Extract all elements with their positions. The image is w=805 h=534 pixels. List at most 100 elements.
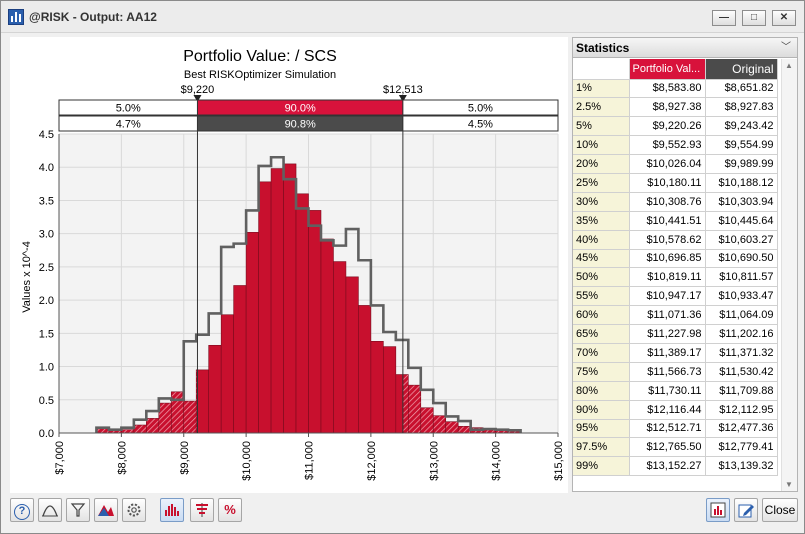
right-delimiter-value: $12,513 [383, 84, 423, 96]
original-value: $8,651.82 [705, 79, 778, 99]
help-icon[interactable]: ? [10, 498, 34, 522]
y-tick-label: 4.5 [39, 129, 54, 141]
statistics-row: 30% $10,308.76 $10,303.94 [573, 192, 778, 212]
y-tick-label: 1.5 [39, 328, 54, 340]
histogram-bar [395, 374, 404, 434]
window-title: @RISK - Output: AA12 [29, 10, 157, 24]
x-tick-label: $7,000 [54, 441, 66, 475]
original-value: $11,202.16 [705, 324, 778, 344]
bottom-band-percent: 90.8% [285, 119, 316, 131]
percentile-label: 65% [573, 324, 630, 344]
original-value: $9,989.99 [705, 154, 778, 174]
fit-distribution-icon[interactable] [38, 498, 62, 522]
original-value: $11,709.88 [705, 381, 778, 401]
percentile-label: 35% [573, 211, 630, 231]
percentile-label: 2.5% [573, 97, 630, 118]
histogram-view-icon[interactable] [160, 498, 184, 522]
y-tick-label: 4.0 [39, 162, 54, 174]
top-band-percent: 90.0% [285, 103, 316, 115]
histogram-bar [320, 238, 334, 434]
portfolio-value: $9,552.93 [629, 135, 706, 156]
percentile-label: 5% [573, 116, 630, 137]
close-window-button[interactable]: ✕ [772, 10, 796, 26]
column-header-portfolio[interactable]: Portfolio Val... [629, 59, 706, 80]
histogram-bar [258, 181, 272, 434]
edit-icon[interactable] [734, 498, 758, 522]
original-value: $10,188.12 [705, 173, 778, 193]
statistics-row: 95% $12,512.71 $12,477.36 [573, 419, 778, 439]
statistics-row: 40% $10,578.62 $10,603.27 [573, 230, 778, 250]
chart-title: Portfolio Value: / SCS [183, 48, 337, 65]
y-tick-label: 0.0 [39, 428, 54, 440]
histogram-bar [270, 168, 284, 434]
percentile-label: 75% [573, 362, 630, 382]
histogram-bar [308, 210, 322, 434]
statistics-corner-cell [573, 59, 630, 80]
percentile-label: 1% [573, 79, 630, 99]
portfolio-value: $11,566.73 [629, 362, 706, 382]
percentile-label: 95% [573, 419, 630, 439]
statistics-row: 55% $10,947.17 $10,933.47 [573, 286, 778, 307]
column-header-original[interactable]: Original [705, 59, 778, 80]
statistics-row: 35% $10,441.51 $10,445.64 [573, 211, 778, 231]
histogram-bar [358, 305, 372, 434]
maximize-button[interactable]: □ [742, 10, 766, 26]
original-value: $12,477.36 [705, 419, 778, 439]
original-value: $10,303.94 [705, 192, 778, 212]
portfolio-value: $8,583.80 [629, 79, 706, 99]
original-value: $11,064.09 [705, 305, 778, 326]
histogram-bar [402, 374, 409, 434]
graph-type-icon[interactable] [94, 498, 118, 522]
scroll-down-icon[interactable]: ▼ [785, 480, 793, 489]
x-tick-label: $13,000 [428, 441, 440, 481]
statistics-scrollbar[interactable]: ▲ ▼ [781, 59, 797, 491]
y-tick-label: 3.0 [39, 229, 54, 241]
statistics-row: 99% $13,152.27 $13,139.32 [573, 456, 778, 477]
statistics-row: 45% $10,696.85 $10,690.50 [573, 249, 778, 269]
percent-icon[interactable]: % [218, 498, 242, 522]
histogram-bar [133, 424, 147, 434]
app-window: @RISK - Output: AA12 — □ ✕ Portfolio Val… [0, 0, 805, 534]
portfolio-value: $10,696.85 [629, 249, 706, 269]
portfolio-value: $9,220.26 [629, 116, 706, 137]
histogram-bar [457, 426, 471, 434]
original-value: $9,243.42 [705, 116, 778, 137]
chevron-down-icon[interactable]: ﹀ [781, 38, 791, 58]
title-bar: @RISK - Output: AA12 — □ ✕ [1, 1, 804, 33]
scroll-up-icon[interactable]: ▲ [785, 61, 793, 70]
left-delimiter-value: $9,220 [181, 84, 215, 96]
close-button[interactable]: Close [762, 498, 798, 522]
portfolio-value: $12,116.44 [629, 400, 706, 420]
percentile-label: 30% [573, 192, 630, 212]
histogram-bar [370, 341, 384, 434]
portfolio-value: $10,819.11 [629, 267, 706, 288]
y-tick-label: 2.0 [39, 295, 54, 307]
statistics-row: 5% $9,220.26 $9,243.42 [573, 116, 778, 137]
report-icon[interactable] [706, 498, 730, 522]
risk-app-icon [8, 9, 24, 25]
portfolio-value: $10,578.62 [629, 230, 706, 250]
statistics-row: 10% $9,552.93 $9,554.99 [573, 135, 778, 156]
bottom-band-percent: 4.5% [468, 119, 493, 131]
portfolio-value: $11,730.11 [629, 381, 706, 401]
portfolio-value: $12,512.71 [629, 419, 706, 439]
original-value: $9,554.99 [705, 135, 778, 156]
x-tick-label: $15,000 [553, 441, 565, 481]
original-value: $10,690.50 [705, 249, 778, 269]
minimize-button[interactable]: — [712, 10, 736, 26]
statistics-header[interactable]: Statistics ﹀ [573, 38, 797, 58]
percentile-label: 70% [573, 343, 630, 363]
settings-gear-icon[interactable] [122, 498, 146, 522]
top-band-percent: 5.0% [468, 103, 493, 115]
histogram-bar [170, 391, 185, 434]
percentile-label: 20% [573, 154, 630, 174]
filter-icon[interactable] [66, 498, 90, 522]
histogram-bar [445, 421, 459, 434]
statistics-header-row: Portfolio Val... Original [573, 59, 778, 80]
portfolio-value: $8,927.38 [629, 97, 706, 118]
original-value: $10,811.57 [705, 267, 778, 288]
statistics-title: Statistics [576, 41, 630, 55]
histogram-bar [407, 384, 422, 434]
tornado-graph-icon[interactable] [190, 498, 214, 522]
percentile-label: 55% [573, 286, 630, 307]
